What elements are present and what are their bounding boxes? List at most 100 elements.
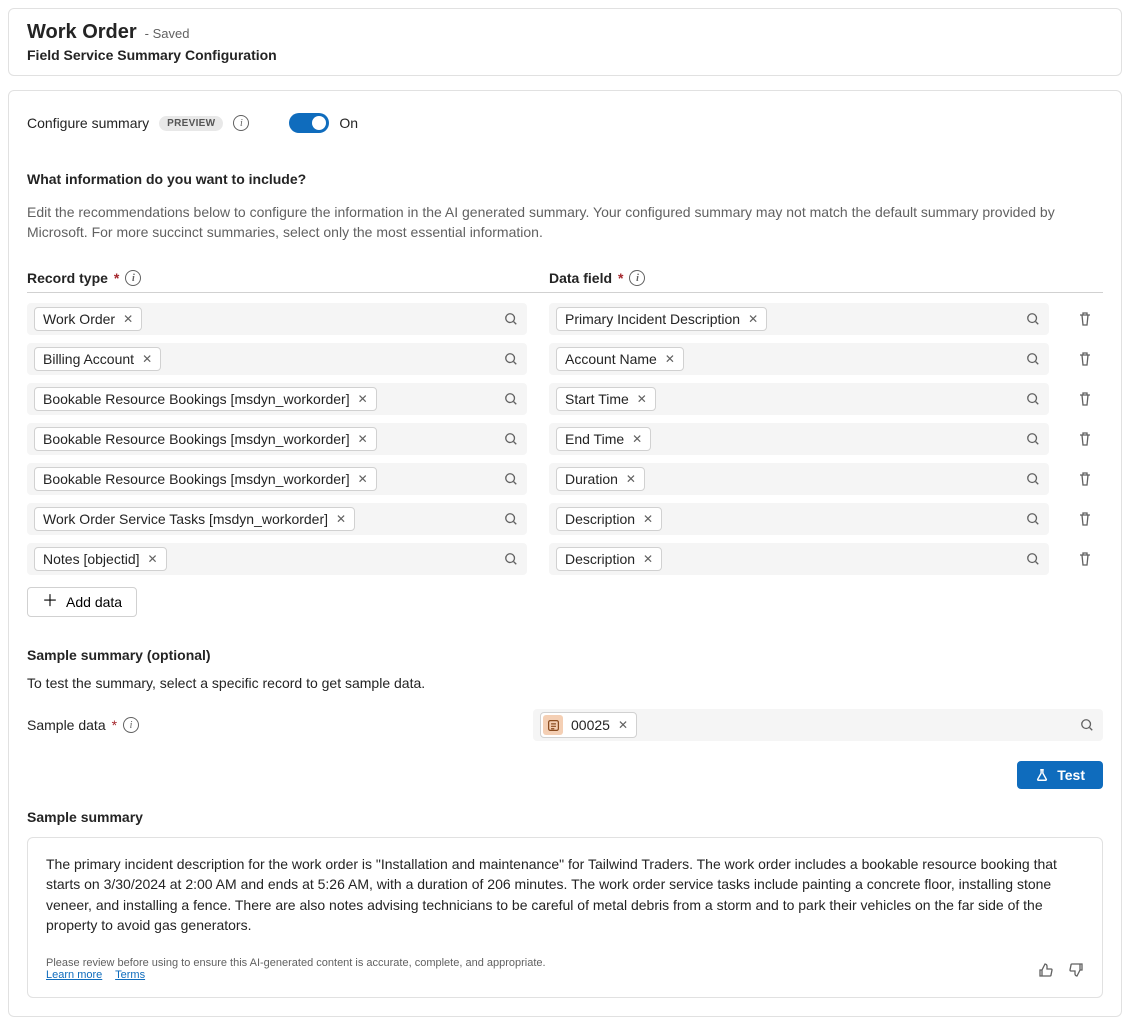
record-type-chip[interactable]: Bookable Resource Bookings [msdyn_workor… [34, 387, 377, 411]
record-type-chip[interactable]: Work Order✕ [34, 307, 142, 331]
remove-chip-icon[interactable]: ✕ [142, 353, 152, 365]
remove-chip-icon[interactable]: ✕ [665, 353, 675, 365]
data-field-chip[interactable]: Account Name✕ [556, 347, 684, 371]
include-description: Edit the recommendations below to config… [27, 203, 1103, 242]
record-type-lookup[interactable]: Work Order✕ [27, 303, 527, 335]
record-type-chip[interactable]: Work Order Service Tasks [msdyn_workorde… [34, 507, 355, 531]
data-field-chip[interactable]: Primary Incident Description✕ [556, 307, 767, 331]
sample-summary-output-heading: Sample summary [27, 809, 1103, 825]
record-type-lookup[interactable]: Bookable Resource Bookings [msdyn_workor… [27, 383, 527, 415]
record-type-chip[interactable]: Bookable Resource Bookings [msdyn_workor… [34, 427, 377, 451]
data-field-lookup[interactable]: Start Time✕ [549, 383, 1049, 415]
configure-summary-toggle[interactable] [289, 113, 329, 133]
record-type-lookup[interactable]: Work Order Service Tasks [msdyn_workorde… [27, 503, 527, 535]
search-icon[interactable] [504, 312, 518, 326]
delete-row-button[interactable] [1071, 425, 1099, 453]
thumbs-up-icon[interactable] [1038, 962, 1054, 981]
search-icon[interactable] [504, 512, 518, 526]
data-field-chip[interactable]: Description✕ [556, 507, 662, 531]
include-heading: What information do you want to include? [27, 171, 1103, 187]
record-type-chip[interactable]: Bookable Resource Bookings [msdyn_workor… [34, 467, 377, 491]
remove-chip-icon[interactable]: ✕ [123, 313, 133, 325]
delete-row-button[interactable] [1071, 505, 1099, 533]
search-icon[interactable] [1026, 312, 1040, 326]
search-icon[interactable] [504, 432, 518, 446]
data-row: Work Order✕ Primary Incident Description✕ [27, 303, 1103, 335]
search-icon[interactable] [1026, 552, 1040, 566]
remove-chip-icon[interactable]: ✕ [637, 393, 647, 405]
record-type-chip[interactable]: Notes [objectid]✕ [34, 547, 167, 571]
remove-chip-icon[interactable]: ✕ [358, 393, 368, 405]
data-field-chip[interactable]: Description✕ [556, 547, 662, 571]
record-type-lookup[interactable]: Bookable Resource Bookings [msdyn_workor… [27, 463, 527, 495]
preview-badge: PREVIEW [159, 116, 223, 131]
data-field-column-header: Data field * i [549, 270, 1049, 286]
work-order-entity-icon [543, 715, 563, 735]
search-icon[interactable] [504, 552, 518, 566]
summary-output-text: The primary incident description for the… [46, 854, 1084, 935]
test-button[interactable]: Test [1017, 761, 1103, 789]
remove-chip-icon[interactable]: ✕ [336, 513, 346, 525]
remove-chip-icon[interactable]: ✕ [632, 433, 642, 445]
remove-chip-icon[interactable]: ✕ [626, 473, 636, 485]
remove-chip-icon[interactable]: ✕ [358, 473, 368, 485]
data-field-lookup[interactable]: Account Name✕ [549, 343, 1049, 375]
remove-chip-icon[interactable]: ✕ [643, 553, 653, 565]
data-row: Work Order Service Tasks [msdyn_workorde… [27, 503, 1103, 535]
info-icon[interactable]: i [629, 270, 645, 286]
search-icon[interactable] [504, 472, 518, 486]
page-title: Work Order [27, 21, 137, 44]
info-icon[interactable]: i [125, 270, 141, 286]
data-field-chip[interactable]: Start Time✕ [556, 387, 656, 411]
flask-icon [1035, 768, 1049, 782]
remove-chip-icon[interactable]: ✕ [748, 313, 758, 325]
remove-chip-icon[interactable]: ✕ [643, 513, 653, 525]
delete-row-button[interactable] [1071, 305, 1099, 333]
delete-row-button[interactable] [1071, 545, 1099, 573]
ai-disclaimer: Please review before using to ensure thi… [46, 957, 546, 981]
search-icon[interactable] [1026, 392, 1040, 406]
record-type-column-header: Record type * i [27, 270, 527, 286]
search-icon[interactable] [1026, 432, 1040, 446]
sample-record-chip[interactable]: 00025 ✕ [540, 712, 637, 738]
record-type-lookup[interactable]: Notes [objectid]✕ [27, 543, 527, 575]
configure-summary-label: Configure summary [27, 115, 149, 131]
add-data-button[interactable]: ＋ Add data [27, 587, 137, 617]
data-field-chip[interactable]: End Time✕ [556, 427, 651, 451]
save-status: - Saved [145, 26, 190, 41]
data-field-chip[interactable]: Duration✕ [556, 467, 645, 491]
data-row: Bookable Resource Bookings [msdyn_workor… [27, 423, 1103, 455]
data-row: Notes [objectid]✕ Description✕ [27, 543, 1103, 575]
search-icon[interactable] [1026, 512, 1040, 526]
data-field-lookup[interactable]: Description✕ [549, 543, 1049, 575]
search-icon[interactable] [1080, 718, 1094, 732]
data-row: Billing Account✕ Account Name✕ [27, 343, 1103, 375]
search-icon[interactable] [1026, 472, 1040, 486]
thumbs-down-icon[interactable] [1068, 962, 1084, 981]
delete-row-button[interactable] [1071, 465, 1099, 493]
info-icon[interactable]: i [233, 115, 249, 131]
search-icon[interactable] [504, 392, 518, 406]
terms-link[interactable]: Terms [115, 969, 145, 981]
data-field-lookup[interactable]: Description✕ [549, 503, 1049, 535]
search-icon[interactable] [1026, 352, 1040, 366]
delete-row-button[interactable] [1071, 345, 1099, 373]
record-type-lookup[interactable]: Billing Account✕ [27, 343, 527, 375]
page-header: Work Order - Saved Field Service Summary… [8, 8, 1122, 76]
info-icon[interactable]: i [123, 717, 139, 733]
sample-summary-text: To test the summary, select a specific r… [27, 675, 1103, 691]
record-type-chip[interactable]: Billing Account✕ [34, 347, 161, 371]
data-row: Bookable Resource Bookings [msdyn_workor… [27, 463, 1103, 495]
remove-chip-icon[interactable]: ✕ [358, 433, 368, 445]
data-field-lookup[interactable]: End Time✕ [549, 423, 1049, 455]
learn-more-link[interactable]: Learn more [46, 969, 102, 981]
data-field-lookup[interactable]: Primary Incident Description✕ [549, 303, 1049, 335]
sample-data-lookup[interactable]: 00025 ✕ [533, 709, 1103, 741]
delete-row-button[interactable] [1071, 385, 1099, 413]
search-icon[interactable] [504, 352, 518, 366]
data-field-lookup[interactable]: Duration✕ [549, 463, 1049, 495]
data-row: Bookable Resource Bookings [msdyn_workor… [27, 383, 1103, 415]
remove-chip-icon[interactable]: ✕ [618, 719, 628, 731]
remove-chip-icon[interactable]: ✕ [148, 553, 158, 565]
record-type-lookup[interactable]: Bookable Resource Bookings [msdyn_workor… [27, 423, 527, 455]
